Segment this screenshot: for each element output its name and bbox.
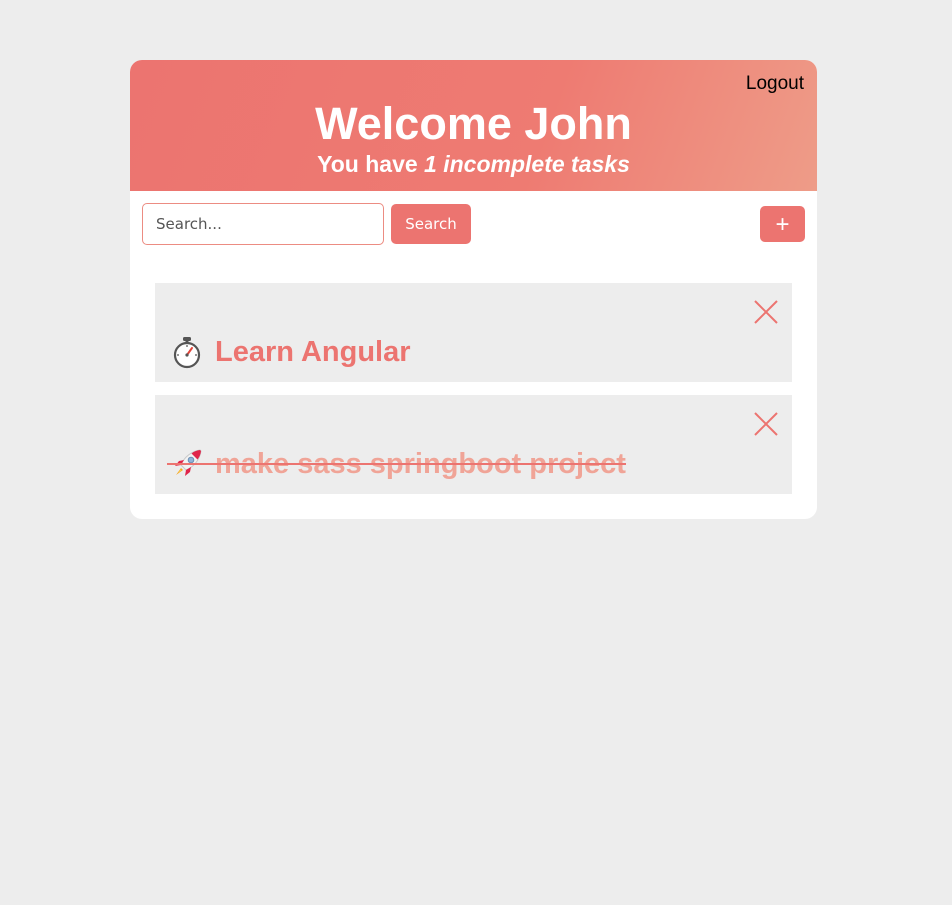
header: Logout Welcome John You have 1 incomplet… xyxy=(130,60,817,191)
welcome-title: Welcome John xyxy=(130,98,817,150)
strikethrough-line xyxy=(167,463,626,465)
search-input[interactable] xyxy=(142,203,384,245)
incomplete-count: 1 xyxy=(424,151,437,177)
search-button[interactable]: Search xyxy=(391,204,471,244)
logout-link[interactable]: Logout xyxy=(746,73,804,95)
subtitle: You have 1 incomplete tasks xyxy=(130,149,817,179)
welcome-prefix: Welcome xyxy=(315,98,512,149)
close-icon[interactable] xyxy=(752,410,780,438)
subtitle-prefix: You have xyxy=(317,151,425,177)
close-icon[interactable] xyxy=(752,298,780,326)
add-task-button[interactable]: + xyxy=(760,206,805,242)
task-item-completed[interactable]: make sass springboot project xyxy=(155,395,792,494)
todo-card: Logout Welcome John You have 1 incomplet… xyxy=(130,60,817,519)
user-name: John xyxy=(524,98,632,149)
task-title[interactable]: Learn Angular xyxy=(215,335,411,369)
subtitle-suffix: incomplete tasks xyxy=(436,151,630,177)
stopwatch-icon xyxy=(173,337,201,369)
task-item[interactable]: Learn Angular xyxy=(155,283,792,382)
